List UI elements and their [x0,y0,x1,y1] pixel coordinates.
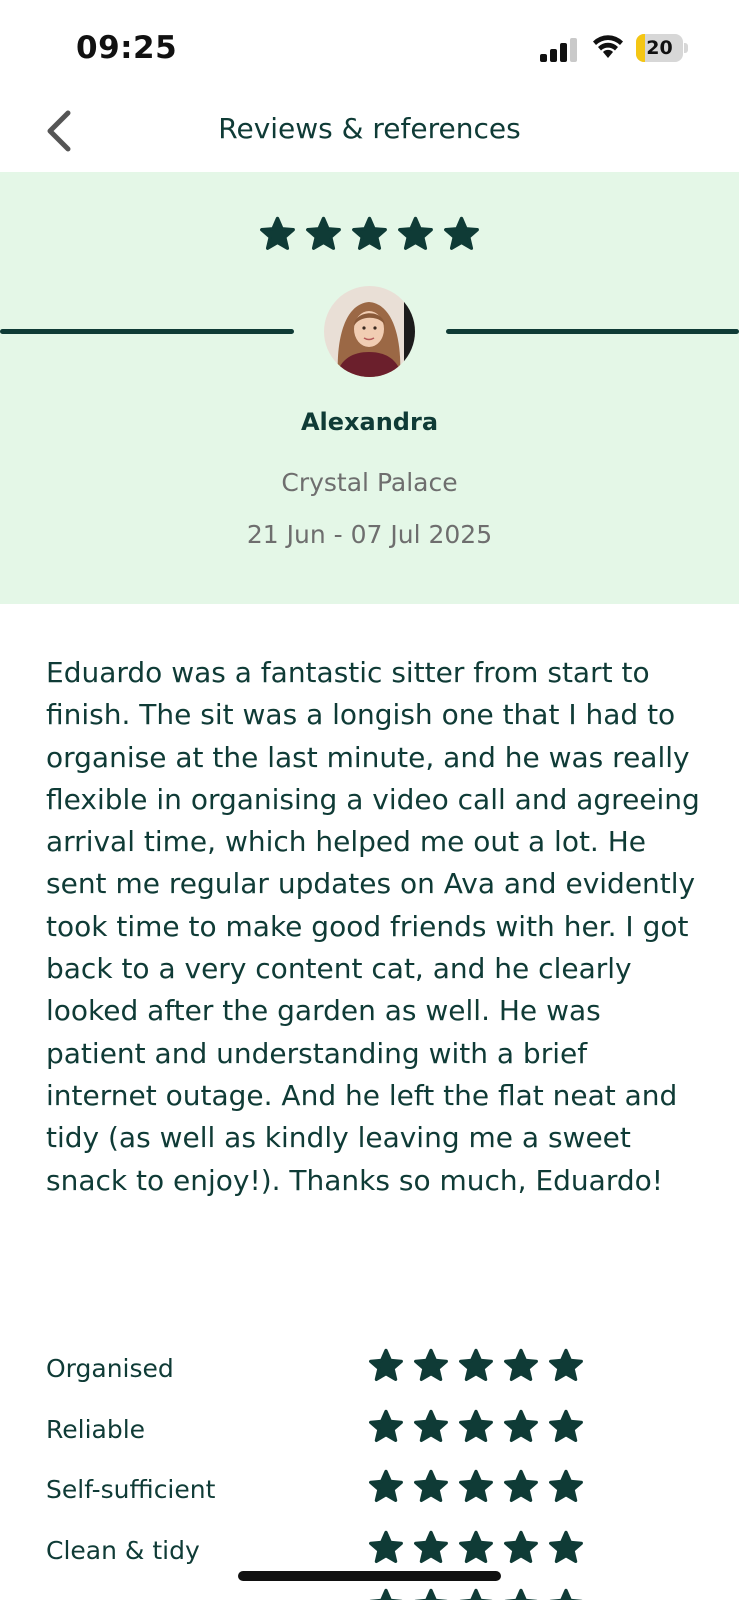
star-icon [459,1588,493,1600]
wifi-icon [593,35,623,58]
rating-label: Self-sufficient [46,1475,216,1504]
star-icon [504,1530,538,1563]
star-icon [444,216,479,250]
rating-stars [368,1530,584,1566]
star-icon [504,1469,538,1502]
rating-stars [368,1348,584,1384]
cellular-signal-icon [540,38,577,62]
reviewer-location: Crystal Palace [281,468,458,497]
divider-left [0,329,294,334]
category-ratings: Organised Reliable Self-sufficient Clean & … [46,1348,706,1590]
star-icon [414,1469,448,1502]
star-icon [260,216,295,250]
star-icon [549,1469,583,1502]
star-icon [414,1530,448,1563]
star-icon [549,1530,583,1563]
status-time: 09:25 [76,30,178,66]
star-icon [549,1348,583,1381]
page-title: Reviews & references [218,112,521,145]
divider-right [446,329,739,334]
star-icon [369,1409,403,1442]
rating-label: Organised [46,1354,174,1383]
star-icon [504,1348,538,1381]
star-icon [414,1409,448,1442]
rating-stars-partial [368,1588,584,1600]
sit-dates: 21 Jun - 07 Jul 2025 [246,520,493,549]
review-text: Eduardo was a fantastic sitter from star… [46,656,700,1197]
star-icon [306,216,341,250]
nav-bar: Reviews & references [0,96,739,172]
home-indicator [238,1571,501,1581]
star-icon [549,1409,583,1442]
star-icon [549,1588,583,1600]
reviewer-avatar [324,286,415,377]
star-icon [414,1588,448,1600]
battery-indicator: 20 [636,34,688,62]
rating-label: Clean & tidy [46,1535,200,1565]
rating-stars [368,1409,584,1445]
star-icon [369,1469,403,1502]
star-icon [414,1348,448,1381]
rating-row: Organised [46,1348,706,1409]
rating-label: Reliable [46,1414,146,1444]
star-icon [459,1530,493,1563]
overall-rating [259,216,480,253]
battery-percentage: 20 [646,37,673,59]
star-icon [398,216,433,250]
star-icon [369,1348,403,1381]
star-icon [504,1409,538,1442]
star-icon [352,216,387,250]
star-icon [459,1469,493,1502]
star-icon [369,1588,403,1600]
status-bar: 09:25 20 [0,0,739,96]
reviewer-name: Alexandra [300,408,439,436]
star-icon [504,1588,538,1600]
rating-stars [368,1469,584,1505]
star-icon [369,1530,403,1563]
review-header: Alexandra Crystal Palace 21 Jun - 07 Jul… [0,172,739,604]
star-icon [459,1348,493,1381]
rating-row: Self-sufficient [46,1469,706,1530]
rating-row: Reliable [46,1409,706,1470]
star-icon [459,1409,493,1442]
